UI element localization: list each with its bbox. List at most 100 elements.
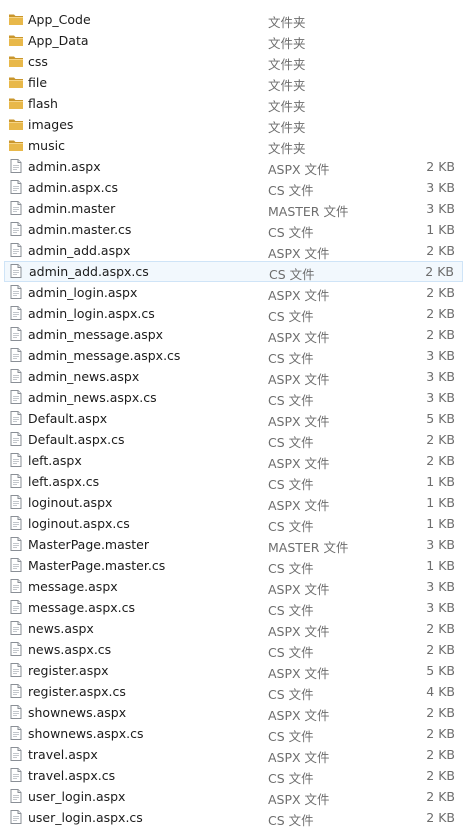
file-name: news.aspx (28, 621, 94, 636)
file-type: ASPX 文件 (268, 288, 330, 303)
file-row[interactable]: message.aspx.cs CS 文件 3 KB (4, 597, 463, 618)
file-type: MASTER 文件 (268, 204, 349, 219)
file-size: 2 KB (426, 327, 455, 342)
file-name: user_login.aspx (28, 789, 126, 804)
file-type: CS 文件 (268, 729, 314, 744)
file-size: 2 KB (426, 726, 455, 741)
file-name: admin.aspx (28, 159, 101, 174)
file-row[interactable]: admin_message.aspx ASPX 文件 2 KB (4, 324, 463, 345)
file-type: CS 文件 (268, 561, 314, 576)
file-type: ASPX 文件 (268, 162, 330, 177)
folder-row[interactable]: css 文件夹 (4, 51, 463, 72)
document-icon (8, 347, 24, 363)
file-size: 2 KB (426, 159, 455, 174)
file-row[interactable]: Default.aspx.cs CS 文件 2 KB (4, 429, 463, 450)
file-size: 2 KB (426, 789, 455, 804)
file-type: CS 文件 (269, 267, 315, 282)
file-type: ASPX 文件 (268, 708, 330, 723)
file-row[interactable]: left.aspx ASPX 文件 2 KB (4, 450, 463, 471)
file-size: 2 KB (426, 768, 455, 783)
file-row[interactable]: admin_login.aspx ASPX 文件 2 KB (4, 282, 463, 303)
file-size: 3 KB (426, 390, 455, 405)
file-name: user_login.aspx.cs (28, 810, 143, 825)
folder-row[interactable]: flash 文件夹 (4, 93, 463, 114)
file-row[interactable]: message.aspx ASPX 文件 3 KB (4, 576, 463, 597)
folder-row[interactable]: images 文件夹 (4, 114, 463, 135)
file-type: CS 文件 (268, 687, 314, 702)
file-row[interactable]: loginout.aspx.cs CS 文件 1 KB (4, 513, 463, 534)
file-row[interactable]: admin.aspx.cs CS 文件 3 KB (4, 177, 463, 198)
file-row[interactable]: MasterPage.master.cs CS 文件 1 KB (4, 555, 463, 576)
file-size: 3 KB (426, 348, 455, 363)
file-type: CS 文件 (268, 771, 314, 786)
file-type: 文件夹 (268, 141, 306, 156)
document-icon (8, 641, 24, 657)
document-icon (8, 494, 24, 510)
folder-icon (8, 137, 24, 153)
file-name: admin.master.cs (28, 222, 132, 237)
document-icon (8, 662, 24, 678)
file-row[interactable]: admin_login.aspx.cs CS 文件 2 KB (4, 303, 463, 324)
file-row[interactable]: news.aspx ASPX 文件 2 KB (4, 618, 463, 639)
file-size: 2 KB (425, 264, 454, 279)
file-row[interactable]: loginout.aspx ASPX 文件 1 KB (4, 492, 463, 513)
file-type: 文件夹 (268, 99, 306, 114)
file-row[interactable]: register.aspx.cs CS 文件 4 KB (4, 681, 463, 702)
file-name: admin_login.aspx (28, 285, 138, 300)
file-row[interactable]: admin.master MASTER 文件 3 KB (4, 198, 463, 219)
file-name: shownews.aspx.cs (28, 726, 144, 741)
file-type: CS 文件 (268, 519, 314, 534)
file-name: images (28, 117, 74, 132)
file-size: 2 KB (426, 621, 455, 636)
file-row[interactable]: news.aspx.cs CS 文件 2 KB (4, 639, 463, 660)
file-name: register.aspx.cs (28, 684, 126, 699)
file-size: 3 KB (426, 537, 455, 552)
file-size: 1 KB (426, 558, 455, 573)
file-row[interactable]: register.aspx ASPX 文件 5 KB (4, 660, 463, 681)
file-type: MASTER 文件 (268, 540, 349, 555)
document-icon (8, 368, 24, 384)
file-type: CS 文件 (268, 603, 314, 618)
file-row[interactable]: Default.aspx ASPX 文件 5 KB (4, 408, 463, 429)
file-size: 2 KB (426, 642, 455, 657)
file-row[interactable]: admin_news.aspx ASPX 文件 3 KB (4, 366, 463, 387)
file-name: App_Data (28, 33, 89, 48)
folder-row[interactable]: music 文件夹 (4, 135, 463, 156)
document-icon (8, 221, 24, 237)
document-icon (8, 620, 24, 636)
file-size: 2 KB (426, 705, 455, 720)
file-row[interactable]: shownews.aspx ASPX 文件 2 KB (4, 702, 463, 723)
folder-row[interactable]: file 文件夹 (4, 72, 463, 93)
file-type: CS 文件 (268, 477, 314, 492)
folder-row[interactable]: App_Code 文件夹 (4, 9, 463, 30)
file-type: ASPX 文件 (268, 582, 330, 597)
file-row[interactable]: left.aspx.cs CS 文件 1 KB (4, 471, 463, 492)
file-row[interactable]: travel.aspx ASPX 文件 2 KB (4, 744, 463, 765)
file-type: 文件夹 (268, 36, 306, 51)
file-row[interactable]: travel.aspx.cs CS 文件 2 KB (4, 765, 463, 786)
file-size: 3 KB (426, 369, 455, 384)
document-icon (8, 179, 24, 195)
file-type: CS 文件 (268, 645, 314, 660)
file-row[interactable]: shownews.aspx.cs CS 文件 2 KB (4, 723, 463, 744)
file-type: ASPX 文件 (268, 330, 330, 345)
folder-icon (8, 116, 24, 132)
file-row[interactable]: admin_add.aspx ASPX 文件 2 KB (4, 240, 463, 261)
document-icon (8, 305, 24, 321)
document-icon (8, 746, 24, 762)
file-name: loginout.aspx.cs (28, 516, 130, 531)
file-name: music (28, 138, 65, 153)
file-name: MasterPage.master (28, 537, 150, 552)
file-row[interactable]: admin.aspx ASPX 文件 2 KB (4, 156, 463, 177)
file-name: App_Code (28, 12, 91, 27)
file-row[interactable]: admin_news.aspx.cs CS 文件 3 KB (4, 387, 463, 408)
file-row[interactable]: admin_add.aspx.cs CS 文件 2 KB (4, 261, 463, 282)
file-row[interactable]: user_login.aspx.cs CS 文件 2 KB (4, 807, 463, 828)
document-icon (8, 599, 24, 615)
file-row[interactable]: user_login.aspx ASPX 文件 2 KB (4, 786, 463, 807)
file-type: ASPX 文件 (268, 372, 330, 387)
file-row[interactable]: admin_message.aspx.cs CS 文件 3 KB (4, 345, 463, 366)
file-row[interactable]: MasterPage.master MASTER 文件 3 KB (4, 534, 463, 555)
file-row[interactable]: admin.master.cs CS 文件 1 KB (4, 219, 463, 240)
folder-row[interactable]: App_Data 文件夹 (4, 30, 463, 51)
